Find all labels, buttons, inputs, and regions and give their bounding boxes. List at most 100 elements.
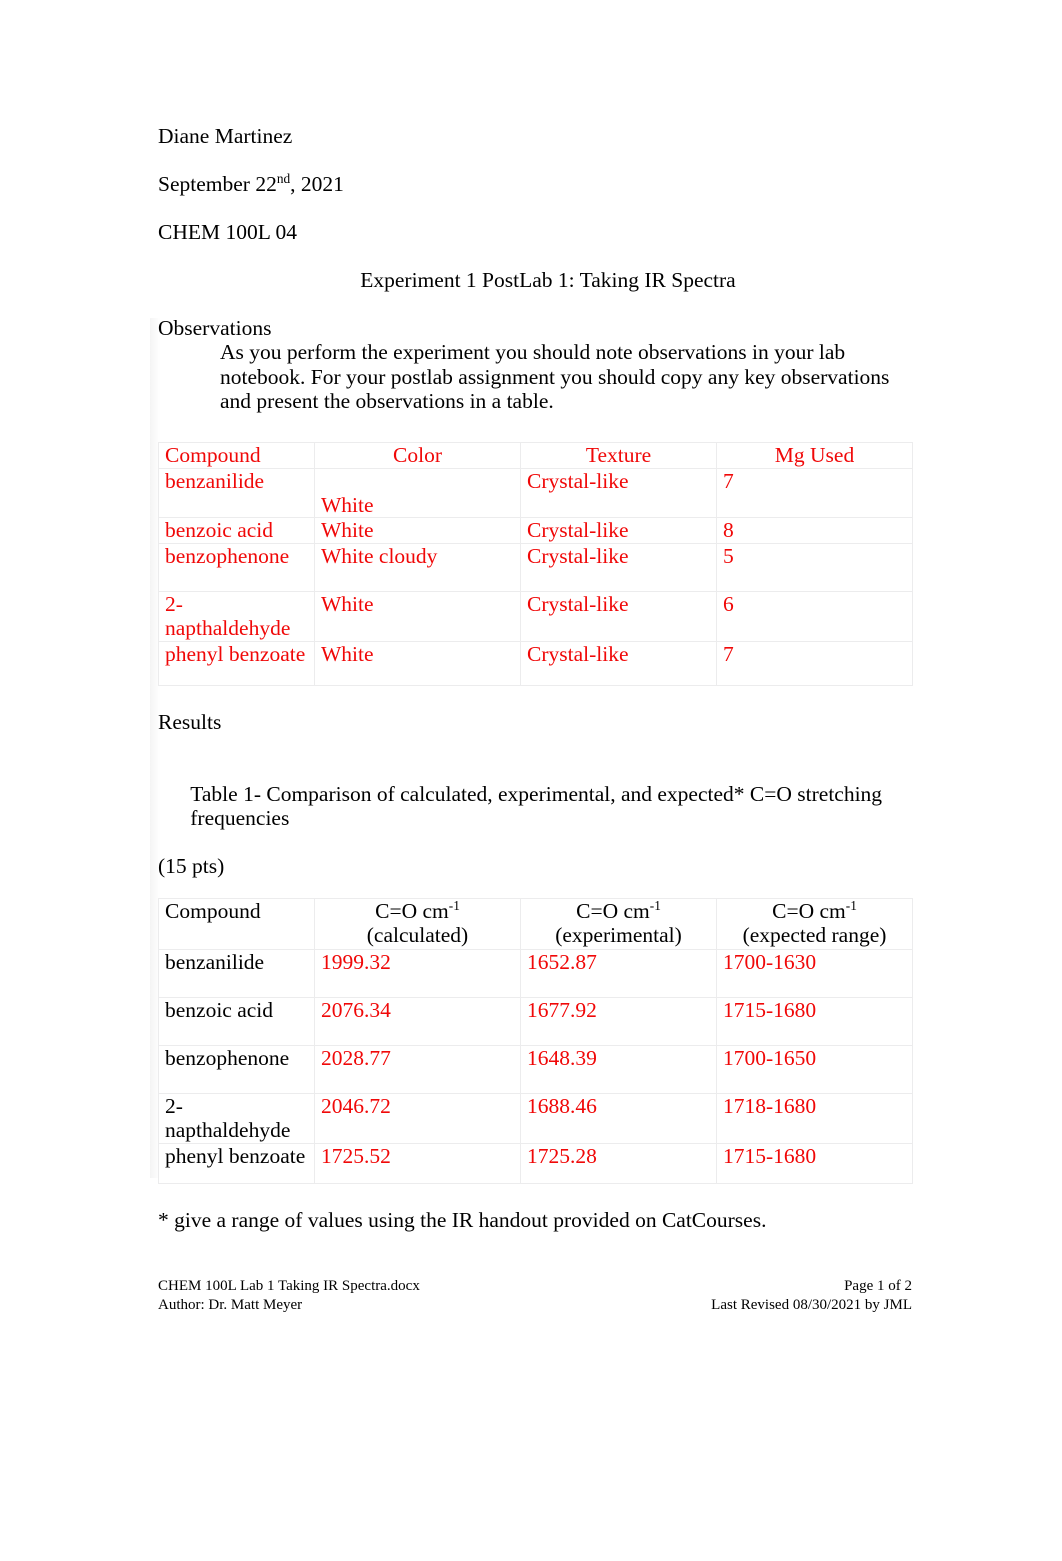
cell-compound: benzoic acid (158, 996, 315, 1046)
table-row: benzoic acid White Crystal-like 8 (158, 517, 913, 544)
results-caption-line1: Table 1- Comparison of calculated, exper… (190, 781, 883, 806)
table-row: benzanilide 1999.32 1652.87 1700-1630 (158, 948, 913, 998)
cell-experimental: 1648.39 (520, 1044, 717, 1094)
footer-row-bottom: Author: Dr. Matt Meyer Last Revised 08/3… (158, 1296, 912, 1315)
table-row: 2-napthaldehyde 2046.72 1688.46 1718-168… (158, 1092, 913, 1144)
table-header-row: Compound Color Texture Mg Used (158, 441, 913, 469)
cell-calculated: 1999.32 (314, 948, 521, 998)
cell-calculated: 2076.34 (314, 996, 521, 1046)
observations-heading: Observations (158, 316, 272, 340)
column-header-expected-range: C=O cm-1 (expected range) (716, 897, 913, 950)
cell-expected-range: 1715-1680 (716, 1142, 913, 1184)
table-row: benzoic acid 2076.34 1677.92 1715-1680 (158, 996, 913, 1046)
cell-experimental: 1688.46 (520, 1092, 717, 1144)
results-caption: Table 1- Comparison of calculated, exper… (158, 758, 918, 854)
cell-mg-used: 7 (716, 640, 913, 686)
cell-compound: benzophenone (158, 542, 315, 592)
header-sub: (expected range) (742, 923, 887, 947)
header-sub: (calculated) (366, 923, 469, 947)
cell-compound: benzoic acid (158, 517, 315, 544)
table-row: phenyl benzoate 1725.52 1725.28 1715-168… (158, 1142, 913, 1184)
cell-expected-range: 1700-1650 (716, 1044, 913, 1094)
cell-expected-range: 1715-1680 (716, 996, 913, 1046)
column-header-compound: Compound (158, 897, 315, 950)
column-header-mg-used: Mg Used (716, 441, 913, 469)
results-caption-line2: frequencies (190, 805, 290, 830)
cell-compound: phenyl benzoate (158, 640, 315, 686)
column-header-compound: Compound (158, 441, 315, 469)
cell-mg-used: 7 (716, 467, 913, 518)
cell-mg-used: 5 (716, 542, 913, 592)
cell-color: White (314, 467, 521, 518)
observations-table: Compound Color Texture Mg Used benzanili… (158, 441, 913, 686)
cell-mg-used: 6 (716, 590, 913, 642)
header-sup: -1 (649, 897, 661, 913)
cell-calculated: 2028.77 (314, 1044, 521, 1094)
cell-calculated: 1725.52 (314, 1142, 521, 1184)
cell-color: White cloudy (314, 542, 521, 592)
results-footnote: * give a range of values using the IR ha… (158, 1207, 767, 1232)
footer-row-top: CHEM 100L Lab 1 Taking IR Spectra.docx P… (158, 1277, 912, 1296)
cell-expected-range: 1700-1630 (716, 948, 913, 998)
cell-compound: 2-napthaldehyde (158, 590, 315, 642)
cell-compound: benzanilide (158, 948, 315, 998)
table-row: phenyl benzoate White Crystal-like 7 (158, 640, 913, 686)
cell-experimental: 1652.87 (520, 948, 717, 998)
column-header-texture: Texture (520, 441, 717, 469)
document-page: Diane Martinez September 22nd, 2021 CHEM… (0, 0, 1062, 1561)
table-row: benzophenone 2028.77 1648.39 1700-1650 (158, 1044, 913, 1094)
results-table: Compound C=O cm-1 (calculated) C=O cm-1 (e… (158, 897, 913, 1184)
document-content: Diane Martinez September 22nd, 2021 CHEM… (158, 124, 918, 1232)
table-header-row: Compound C=O cm-1 (calculated) C=O cm-1 (e… (158, 897, 913, 950)
cell-compound: benzanilide (158, 467, 315, 518)
header-sup: -1 (448, 897, 460, 913)
date-prefix: September 22 (158, 172, 277, 196)
cell-color: White (314, 640, 521, 686)
footer-last-revised: Last Revised 08/30/2021 by JML (711, 1297, 912, 1313)
cell-compound: phenyl benzoate (158, 1142, 315, 1184)
footer-author: Author: Dr. Matt Meyer (158, 1297, 303, 1313)
cell-texture: Crystal-like (520, 640, 717, 686)
cell-color: White (314, 517, 521, 544)
cell-compound-text: 2-napthaldehyde (165, 591, 291, 641)
date-superscript: nd (276, 170, 291, 186)
cell-texture: Crystal-like (520, 517, 717, 544)
table-row: benzanilide White Crystal-like 7 (158, 467, 913, 518)
date-suffix: , 2021 (290, 172, 344, 196)
cell-compound: 2-napthaldehyde (158, 1092, 315, 1144)
author-name: Diane Martinez (158, 124, 293, 148)
page-footer: CHEM 100L Lab 1 Taking IR Spectra.docx P… (158, 1277, 912, 1315)
table-row: benzophenone White cloudy Crystal-like 5 (158, 542, 913, 592)
column-header-color: Color (314, 441, 521, 469)
cell-color: White (314, 590, 521, 642)
document-title: Experiment 1 PostLab 1: Taking IR Spectr… (360, 268, 736, 292)
cell-mg-used: 8 (716, 517, 913, 544)
results-heading: Results (158, 709, 222, 734)
footer-file-name: CHEM 100L Lab 1 Taking IR Spectra.docx (158, 1278, 420, 1294)
header-main: C=O cm (772, 898, 846, 923)
header-sub: (experimental) (555, 923, 682, 947)
header-main: C=O cm (576, 898, 650, 923)
column-header-experimental: C=O cm-1 (experimental) (520, 897, 717, 950)
footer-page-number: Page 1 of 2 (844, 1278, 912, 1294)
cell-calculated: 2046.72 (314, 1092, 521, 1144)
cell-compound-text: 2-napthaldehyde (165, 1093, 291, 1143)
cell-expected-range: 1718-1680 (716, 1092, 913, 1144)
header-main: C=O cm (375, 898, 449, 923)
cell-texture: Crystal-like (520, 467, 717, 518)
date-line: September 22nd, 2021 (158, 172, 918, 196)
course-code: CHEM 100L 04 (158, 220, 297, 244)
cell-experimental: 1677.92 (520, 996, 717, 1046)
observations-body-text: As you perform the experiment you should… (220, 340, 890, 413)
cell-texture: Crystal-like (520, 542, 717, 592)
cell-experimental: 1725.28 (520, 1142, 717, 1184)
header-sup: -1 (845, 897, 857, 913)
cell-compound: benzophenone (158, 1044, 315, 1094)
cell-color-text: White (321, 492, 374, 517)
table-row: 2-napthaldehyde White Crystal-like 6 (158, 590, 913, 642)
cell-texture: Crystal-like (520, 590, 717, 642)
